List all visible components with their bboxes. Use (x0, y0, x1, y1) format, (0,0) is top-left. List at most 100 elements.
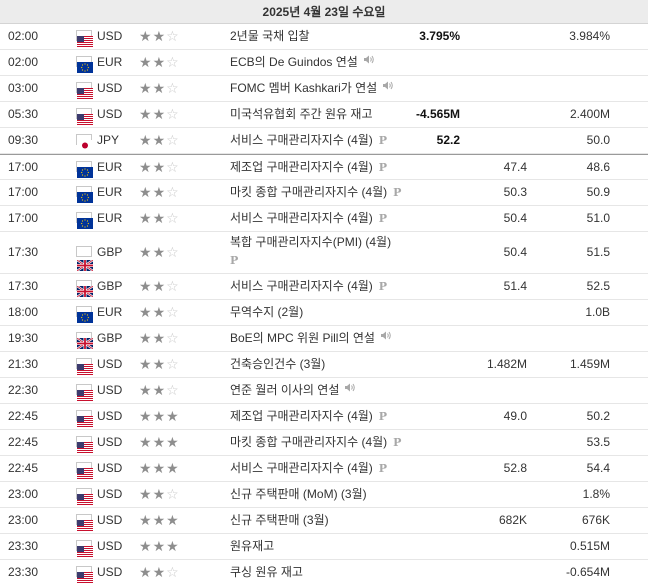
star-empty-icon: ☆ (166, 356, 180, 372)
event-row[interactable]: 22:30 USD ★★☆ 연준 월러 이사의 연설 (0, 378, 648, 404)
event-row[interactable]: 23:30 USD ★★☆ 쿠싱 원유 재고 -0.654M (0, 560, 648, 585)
event-name[interactable]: 2년물 국채 입찰 (230, 29, 310, 43)
star-filled-icon: ★ (139, 54, 153, 70)
star-empty-icon: ☆ (166, 278, 180, 294)
event-name[interactable]: 서비스 구매관리자지수 (4월) (230, 461, 373, 475)
event-row[interactable]: 02:00 USD ★★☆ 2년물 국채 입찰 3.795% 3.984% (0, 24, 648, 50)
forecast-value (455, 560, 527, 585)
event-name[interactable]: 쿠싱 원유 재고 (230, 565, 303, 579)
event-row[interactable]: 17:00 EUR ★★☆ 제조업 구매관리자지수 (4월) P 47.4 48.6 (0, 154, 648, 180)
event-name[interactable]: 마킷 종합 구매관리자지수 (4월) (230, 185, 387, 199)
event-row[interactable]: 03:00 USD ★★☆ FOMC 멤버 Kashkari가 연설 (0, 76, 648, 102)
event-name[interactable]: 마킷 종합 구매관리자지수 (4월) (230, 435, 387, 449)
event-name[interactable]: 연준 월러 이사의 연설 (230, 383, 339, 397)
star-filled-icon: ★ (152, 80, 167, 96)
event-row[interactable]: 17:00 EUR ★★☆ 마킷 종합 구매관리자지수 (4월) P 50.3 50.9 (0, 180, 648, 206)
star-empty-icon: ☆ (166, 304, 180, 320)
importance-stars: ★★☆ (139, 274, 191, 299)
event-row[interactable]: 17:00 EUR ★★☆ 서비스 구매관리자지수 (4월) P 50.4 51.0 (0, 206, 648, 232)
event-row[interactable]: 23:00 USD ★★★ 신규 주택판매 (3월) 682K 676K (0, 508, 648, 534)
star-empty-icon: ☆ (166, 106, 180, 122)
event-row[interactable]: 09:30 JPY ★★☆ 서비스 구매관리자지수 (4월) P 52.2 50.0 (0, 128, 648, 154)
previous-value: 51.5 (586, 245, 610, 259)
actual-value (390, 534, 460, 559)
event-time: 03:00 (8, 81, 39, 95)
previous-value: 676K (581, 513, 610, 527)
star-filled-icon: ★ (139, 132, 153, 148)
event-list: 02:00 USD ★★☆ 2년물 국채 입찰 3.795% 3.984% 02:00 EUR… (0, 24, 648, 585)
actual-value: 52.2 (436, 133, 460, 147)
event-time: 22:45 (8, 409, 39, 423)
eu-flag-icon (76, 56, 93, 74)
event-name[interactable]: 신규 주택판매 (MoM) (3월) (230, 487, 367, 501)
event-row[interactable]: 19:30 GBP ★★☆ BoE의 MPC 위원 Pill의 연설 (0, 326, 648, 352)
date-header: 2025년 4월 23일 수요일 (0, 0, 648, 24)
star-filled-icon: ★ (152, 54, 167, 70)
event-name[interactable]: FOMC 멤버 Kashkari가 연설 (230, 81, 377, 95)
event-name[interactable]: 원유재고 (230, 539, 274, 553)
currency-code: USD (97, 107, 123, 121)
event-row[interactable]: 22:45 USD ★★★ 서비스 구매관리자지수 (4월) P 52.8 54.4 (0, 456, 648, 482)
event-row[interactable]: 22:45 USD ★★★ 마킷 종합 구매관리자지수 (4월) P 53.5 (0, 430, 648, 456)
event-name[interactable]: 제조업 구매관리자지수 (4월) (230, 409, 373, 423)
importance-stars: ★★☆ (139, 102, 191, 127)
actual-value (390, 560, 460, 585)
actual-value (390, 155, 460, 180)
us-flag-icon (76, 410, 93, 428)
forecast-value: 51.4 (503, 279, 527, 293)
us-flag-icon (76, 566, 93, 584)
forecast-value (455, 102, 527, 127)
forecast-value: 50.3 (503, 185, 527, 199)
actual-value (390, 206, 460, 231)
event-name[interactable]: 서비스 구매관리자지수 (4월) (230, 133, 373, 147)
forecast-value (455, 300, 527, 325)
event-row[interactable]: 21:30 USD ★★☆ 건축승인건수 (3월) 1.482M 1.459M (0, 352, 648, 378)
previous-value (540, 50, 610, 75)
event-name[interactable]: 미국석유협회 주간 원유 재고 (230, 107, 372, 121)
event-row[interactable]: 18:00 EUR ★★☆ 무역수지 (2월) 1.0B (0, 300, 648, 326)
event-name[interactable]: 복합 구매관리자지수(PMI) (4월) (230, 235, 391, 249)
event-name[interactable]: ECB의 De Guindos 연설 (230, 55, 358, 69)
currency-code: JPY (97, 133, 120, 147)
star-empty-icon: ☆ (166, 28, 180, 44)
preliminary-icon: P (378, 410, 388, 423)
actual-value: 3.795% (419, 29, 460, 43)
previous-value: 1.8% (582, 487, 610, 501)
currency-code: USD (97, 29, 123, 43)
star-filled-icon: ★ (139, 434, 153, 450)
star-empty-icon: ☆ (166, 54, 180, 70)
economic-calendar: 2025년 4월 23일 수요일 02:00 USD ★★☆ 2년물 국채 입찰 3.7… (0, 0, 648, 585)
importance-stars: ★★☆ (139, 206, 191, 231)
event-name[interactable]: 건축승인건수 (3월) (230, 357, 325, 371)
event-time: 05:30 (8, 107, 39, 121)
star-filled-icon: ★ (152, 512, 167, 528)
event-name[interactable]: BoE의 MPC 위원 Pill의 연설 (230, 331, 375, 345)
star-empty-icon: ☆ (166, 184, 180, 200)
event-row[interactable]: 23:00 USD ★★☆ 신규 주택판매 (MoM) (3월) 1.8% (0, 482, 648, 508)
event-row[interactable]: 22:45 USD ★★★ 제조업 구매관리자지수 (4월) P 49.0 50.2 (0, 404, 648, 430)
event-name[interactable]: 서비스 구매관리자지수 (4월) (230, 211, 373, 225)
currency-code: USD (97, 357, 123, 371)
previous-value: 50.9 (586, 185, 610, 199)
event-name[interactable]: 무역수지 (2월) (230, 305, 303, 319)
star-filled-icon: ★ (152, 244, 167, 260)
importance-stars: ★★☆ (139, 560, 191, 585)
event-name[interactable]: 신규 주택판매 (3월) (230, 513, 329, 527)
currency-flag (76, 50, 93, 75)
event-time: 23:00 (8, 513, 39, 527)
event-time: 17:00 (8, 160, 39, 174)
event-row[interactable]: 23:30 USD ★★★ 원유재고 0.515M (0, 534, 648, 560)
event-row[interactable]: 02:00 EUR ★★☆ ECB의 De Guindos 연설 (0, 50, 648, 76)
event-row[interactable]: 17:30 GBP ★★☆ 서비스 구매관리자지수 (4월) P 51.4 52.5 (0, 274, 648, 300)
event-name[interactable]: 제조업 구매관리자지수 (4월) (230, 160, 373, 174)
event-row[interactable]: 05:30 USD ★★☆ 미국석유협회 주간 원유 재고 -4.565M 2.400M (0, 102, 648, 128)
forecast-value (455, 24, 527, 49)
us-flag-icon (76, 540, 93, 558)
event-name[interactable]: 서비스 구매관리자지수 (4월) (230, 279, 373, 293)
event-row[interactable]: 17:30 GBP ★★☆ 복합 구매관리자지수(PMI) (4월) P 50.4 51.5 (0, 232, 648, 274)
gb-flag-icon (76, 246, 94, 273)
previous-value (540, 326, 610, 351)
star-filled-icon: ★ (139, 356, 153, 372)
preliminary-icon: P (378, 212, 388, 225)
event-time: 23:30 (8, 565, 39, 579)
